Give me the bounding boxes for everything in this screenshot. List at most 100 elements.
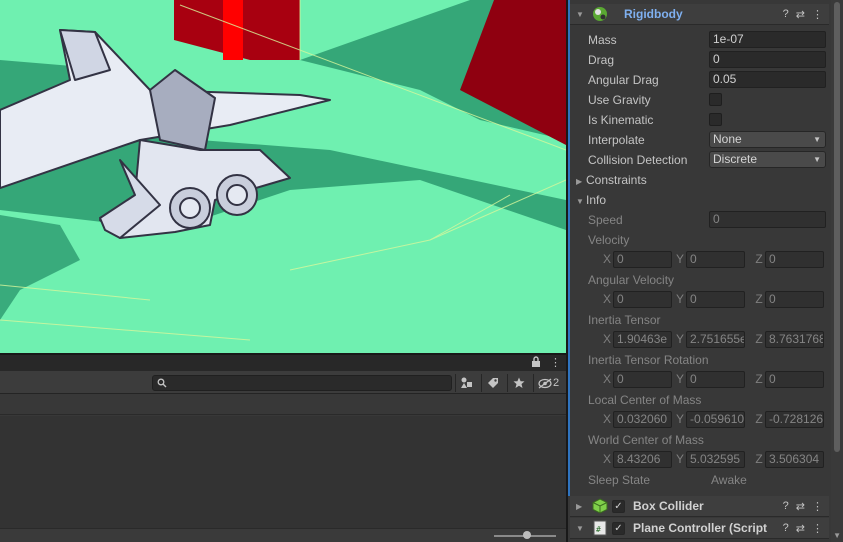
dropdown-arrow-icon: ▼: [813, 155, 821, 164]
box-collider-header[interactable]: ▶ ✓ Box Collider ? ⇄ ⋮: [570, 496, 829, 517]
interpolate-label: Interpolate: [588, 133, 645, 147]
panel-tab-bar: ⋮: [0, 355, 566, 371]
hidden-packages-toggle[interactable]: 2: [533, 374, 563, 392]
use-gravity-checkbox[interactable]: [709, 93, 722, 106]
angular-drag-label: Angular Drag: [588, 73, 659, 87]
preset-settings-icon[interactable]: ⇄: [796, 8, 805, 21]
box-collider-enabled-checkbox[interactable]: ✓: [612, 499, 625, 513]
velocity-x-field: 0: [613, 251, 672, 268]
search-input[interactable]: [152, 375, 452, 391]
hidden-count: 2: [552, 377, 560, 389]
eye-hidden-icon: [538, 377, 552, 389]
y-label: Y: [675, 292, 684, 306]
inertia-tensor-rotation-label: Inertia Tensor Rotation: [588, 353, 709, 367]
interpolate-dropdown[interactable]: None ▼: [709, 131, 826, 148]
component-menu-icon[interactable]: ⋮: [812, 522, 823, 535]
more-options-icon[interactable]: ⋮: [550, 356, 561, 370]
foldout-expanded-icon[interactable]: ▼: [576, 524, 586, 533]
is-kinematic-checkbox[interactable]: [709, 113, 722, 126]
speed-label: Speed: [588, 213, 623, 227]
inspector-panel: ▼ Rigidbody ? ⇄ ⋮ Mass 1e-07 Drag 0 Angu…: [566, 0, 843, 542]
angular-velocity-y-field: 0: [686, 291, 745, 308]
y-label: Y: [675, 252, 684, 266]
svg-text:#: #: [596, 525, 601, 534]
shapes-icon: [460, 377, 472, 388]
lock-icon[interactable]: [531, 356, 541, 371]
use-gravity-label: Use Gravity: [588, 93, 651, 107]
scroll-down-arrow-icon[interactable]: ▼: [833, 531, 841, 540]
component-menu-icon[interactable]: ⋮: [812, 8, 823, 21]
selection-accent-bar: [568, 0, 570, 496]
z-label: Z: [755, 332, 763, 346]
filter-by-label-button[interactable]: [481, 374, 503, 392]
interpolate-value: None: [713, 132, 742, 146]
filter-by-type-button[interactable]: [455, 374, 477, 392]
inertia-tensor-vector: X 1.90463e Y 2.751655e Z 8.7631768: [588, 331, 828, 348]
local-center-of-mass-label: Local Center of Mass: [588, 393, 702, 407]
info-foldout[interactable]: ▼ Info: [576, 191, 606, 209]
mass-field[interactable]: 1e-07: [709, 31, 826, 48]
script-icon: #: [593, 520, 607, 536]
panel-footer: [0, 528, 566, 542]
red-cube-face: [223, 0, 243, 60]
angular-velocity-z-field: 0: [765, 291, 824, 308]
rigidbody-title: Rigidbody: [624, 7, 683, 21]
preset-settings-icon[interactable]: ⇄: [796, 500, 805, 513]
help-icon[interactable]: ?: [783, 500, 789, 513]
favorites-button[interactable]: [507, 374, 529, 392]
box-collider-icon: [592, 498, 608, 514]
scrollbar-thumb[interactable]: [834, 2, 840, 452]
angular-velocity-x-field: 0: [613, 291, 672, 308]
plane-controller-title: Plane Controller (Script: [633, 521, 768, 535]
angular-drag-field[interactable]: 0.05: [709, 71, 826, 88]
world-com-y-field: 5.032595: [686, 451, 745, 468]
rigidbody-header[interactable]: ▼ Rigidbody ? ⇄ ⋮: [570, 4, 829, 25]
z-label: Z: [755, 452, 763, 466]
asset-content-area[interactable]: [0, 416, 566, 528]
foldout-collapsed-icon[interactable]: ▶: [576, 502, 586, 511]
inspector-scrollbar[interactable]: ▼: [831, 0, 843, 542]
angular-velocity-label: Angular Velocity: [588, 273, 675, 287]
zoom-slider-thumb[interactable]: [523, 531, 531, 539]
velocity-y-field: 0: [686, 251, 745, 268]
drag-field[interactable]: 0: [709, 51, 826, 68]
preset-settings-icon[interactable]: ⇄: [796, 522, 805, 535]
foldout-arrow-icon[interactable]: ▼: [576, 10, 586, 19]
y-label: Y: [675, 332, 684, 346]
star-icon: [513, 377, 524, 388]
plane-controller-enabled-checkbox[interactable]: ✓: [612, 521, 625, 535]
help-icon[interactable]: ?: [783, 8, 789, 21]
scene-viewport[interactable]: [0, 0, 566, 353]
is-kinematic-label: Is Kinematic: [588, 113, 654, 127]
scene-view[interactable]: [0, 0, 566, 353]
constraints-foldout[interactable]: ▶ Constraints: [576, 171, 647, 189]
help-icon[interactable]: ?: [783, 522, 789, 535]
search-icon: [157, 378, 167, 388]
inertia-tensor-y-field: 2.751655e: [686, 331, 745, 348]
x-label: X: [602, 372, 611, 386]
plane-controller-header[interactable]: ▼ # ✓ Plane Controller (Script ? ⇄ ⋮: [570, 518, 829, 539]
component-menu-icon[interactable]: ⋮: [812, 500, 823, 513]
velocity-z-field: 0: [765, 251, 824, 268]
drag-label: Drag: [588, 53, 615, 67]
y-label: Y: [675, 452, 684, 466]
collision-detection-dropdown[interactable]: Discrete ▼: [709, 151, 826, 168]
z-label: Z: [755, 412, 763, 426]
z-label: Z: [755, 252, 763, 266]
sleep-state-value: Awake: [711, 473, 747, 487]
velocity-vector: X 0 Y 0 Z 0: [588, 251, 828, 268]
local-com-z-field: -0.728126: [765, 411, 824, 428]
box-collider-title: Box Collider: [633, 499, 704, 513]
y-label: Y: [675, 412, 684, 426]
project-panel: ⋮ 2: [0, 355, 566, 542]
velocity-label: Velocity: [588, 233, 630, 247]
x-label: X: [602, 412, 611, 426]
foldout-expanded-icon: ▼: [576, 197, 584, 206]
rigidbody-icon: [593, 7, 607, 21]
collision-detection-value: Discrete: [713, 152, 758, 166]
dropdown-arrow-icon: ▼: [813, 135, 821, 144]
folder-breadcrumb-bar: [0, 395, 566, 415]
inertia-rotation-z-field: 0: [765, 371, 824, 388]
sleep-state-label: Sleep State: [588, 473, 651, 487]
constraints-label: Constraints: [586, 173, 647, 187]
